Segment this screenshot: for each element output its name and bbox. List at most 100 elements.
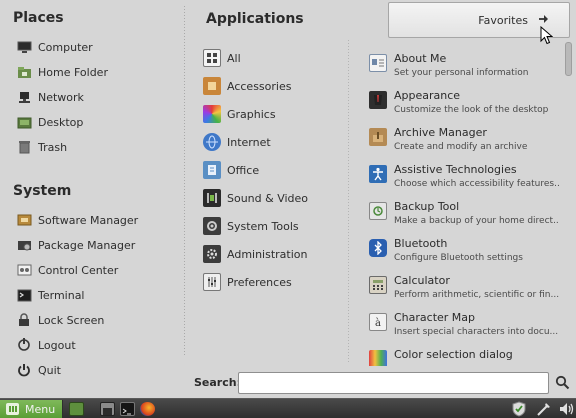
- app-item-calculator[interactable]: Calculator Perform arithmetic, scientifi…: [369, 274, 559, 308]
- category-label: Graphics: [227, 107, 276, 121]
- computer-icon: [16, 39, 32, 55]
- terminal-icon[interactable]: [120, 402, 135, 416]
- system-item-terminal[interactable]: Terminal: [16, 284, 176, 306]
- taskbar: Menu: [0, 398, 576, 418]
- about-me-icon: [369, 54, 387, 72]
- search-icon[interactable]: [555, 375, 570, 394]
- appearance-icon: [369, 91, 387, 109]
- app-item-bluetooth[interactable]: Bluetooth Configure Bluetooth settings: [369, 237, 559, 271]
- app-name: Archive Manager: [394, 126, 487, 139]
- applications-title: Applications: [206, 11, 304, 27]
- sound-video-icon: [203, 189, 221, 207]
- software-manager-icon: [16, 212, 32, 228]
- category-system-tools[interactable]: System Tools: [203, 214, 343, 238]
- menu-button[interactable]: Menu: [0, 400, 63, 418]
- category-label: Office: [227, 163, 260, 177]
- places-item-home-folder[interactable]: Home Folder: [16, 61, 176, 83]
- category-office[interactable]: Office: [203, 158, 343, 182]
- places-item-network[interactable]: Network: [16, 86, 176, 108]
- app-name: Character Map: [394, 311, 476, 324]
- show-desktop-icon[interactable]: [69, 402, 84, 416]
- graphics-icon: [203, 105, 221, 123]
- office-icon: [203, 161, 221, 179]
- system-item-software-manager[interactable]: Software Manager: [16, 209, 176, 231]
- system-item-lock-screen[interactable]: Lock Screen: [16, 309, 176, 331]
- app-name: Color selection dialog: [394, 348, 513, 361]
- category-sound-video[interactable]: Sound & Video: [203, 186, 343, 210]
- category-accessories[interactable]: Accessories: [203, 74, 343, 98]
- network-tool-icon[interactable]: [536, 401, 552, 418]
- system-item-label: Terminal: [38, 288, 85, 302]
- app-description: Choose which accessibility features...: [394, 179, 559, 189]
- volume-icon[interactable]: [558, 401, 574, 418]
- package-manager-icon: [16, 237, 32, 253]
- left-column: Places Computer Home Folder Network Desk…: [0, 0, 185, 398]
- column-divider: [184, 6, 185, 356]
- favorites-label: Favorites: [478, 13, 528, 27]
- accessories-icon: [203, 77, 221, 95]
- home-folder-icon: [16, 64, 32, 80]
- places-item-desktop[interactable]: Desktop: [16, 111, 176, 133]
- accessibility-icon: [369, 165, 387, 183]
- system-item-quit[interactable]: Quit: [16, 359, 176, 381]
- logout-icon: [16, 337, 32, 353]
- app-item-appearance[interactable]: Appearance Customize the look of the des…: [369, 89, 559, 123]
- places-item-label: Home Folder: [38, 65, 108, 79]
- arrow-right-icon: [538, 14, 549, 27]
- category-all[interactable]: All: [203, 46, 343, 70]
- category-label: Sound & Video: [227, 191, 309, 205]
- desktop-icon: [16, 114, 32, 130]
- administration-icon: [203, 245, 221, 263]
- system-title: System: [13, 183, 72, 199]
- system-item-package-manager[interactable]: Package Manager: [16, 234, 176, 256]
- app-item-character-map[interactable]: à Character Map Insert special character…: [369, 311, 559, 345]
- category-preferences[interactable]: Preferences: [203, 270, 343, 294]
- app-name: Appearance: [394, 89, 461, 102]
- category-label: Preferences: [227, 275, 292, 289]
- lock-icon: [16, 312, 32, 328]
- scrollbar-thumb[interactable]: [565, 42, 572, 76]
- places-item-label: Network: [38, 90, 84, 104]
- system-item-label: Package Manager: [38, 238, 136, 252]
- system-item-logout[interactable]: Logout: [16, 334, 176, 356]
- category-graphics[interactable]: Graphics: [203, 102, 343, 126]
- app-description: Make a backup of your home direct...: [394, 216, 559, 226]
- category-administration[interactable]: Administration: [203, 242, 343, 266]
- app-name: About Me: [394, 52, 447, 65]
- places-item-trash[interactable]: Trash: [16, 136, 176, 158]
- category-label: All: [227, 51, 241, 65]
- app-item-backup-tool[interactable]: Backup Tool Make a backup of your home d…: [369, 200, 559, 234]
- category-internet[interactable]: Internet: [203, 130, 343, 154]
- places-item-computer[interactable]: Computer: [16, 36, 176, 58]
- system-item-control-center[interactable]: Control Center: [16, 259, 176, 281]
- search-label: Search:: [194, 376, 241, 389]
- app-name: Backup Tool: [394, 200, 460, 213]
- search-input[interactable]: [238, 372, 549, 394]
- app-item-assistive-technologies[interactable]: Assistive Technologies Choose which acce…: [369, 163, 559, 197]
- system-item-label: Software Manager: [38, 213, 139, 227]
- category-label: Accessories: [227, 79, 292, 93]
- shield-check-icon[interactable]: [511, 401, 527, 418]
- system-item-label: Control Center: [38, 263, 119, 277]
- app-name: Calculator: [394, 274, 450, 287]
- menu-label: Menu: [25, 402, 56, 416]
- mouse-cursor-icon: [540, 25, 554, 49]
- network-icon: [16, 89, 32, 105]
- color-selection-icon: [369, 350, 387, 366]
- app-list-scrollbar[interactable]: [564, 42, 573, 364]
- app-item-about-me[interactable]: About Me Set your personal information: [369, 52, 559, 86]
- system-item-label: Logout: [38, 338, 76, 352]
- system-item-label: Quit: [38, 363, 61, 377]
- window-list-icon[interactable]: [100, 402, 115, 416]
- character-map-icon: à: [369, 313, 387, 331]
- category-label: System Tools: [227, 219, 299, 233]
- app-item-color-selection-dialog[interactable]: Color selection dialog: [369, 348, 559, 366]
- control-center-icon: [16, 262, 32, 278]
- system-item-label: Lock Screen: [38, 313, 105, 327]
- places-item-label: Desktop: [38, 115, 84, 129]
- firefox-icon[interactable]: [140, 402, 155, 416]
- terminal-icon: [16, 287, 32, 303]
- all-icon: [203, 49, 221, 67]
- places-item-label: Trash: [38, 140, 68, 154]
- app-item-archive-manager[interactable]: Archive Manager Create and modify an arc…: [369, 126, 559, 160]
